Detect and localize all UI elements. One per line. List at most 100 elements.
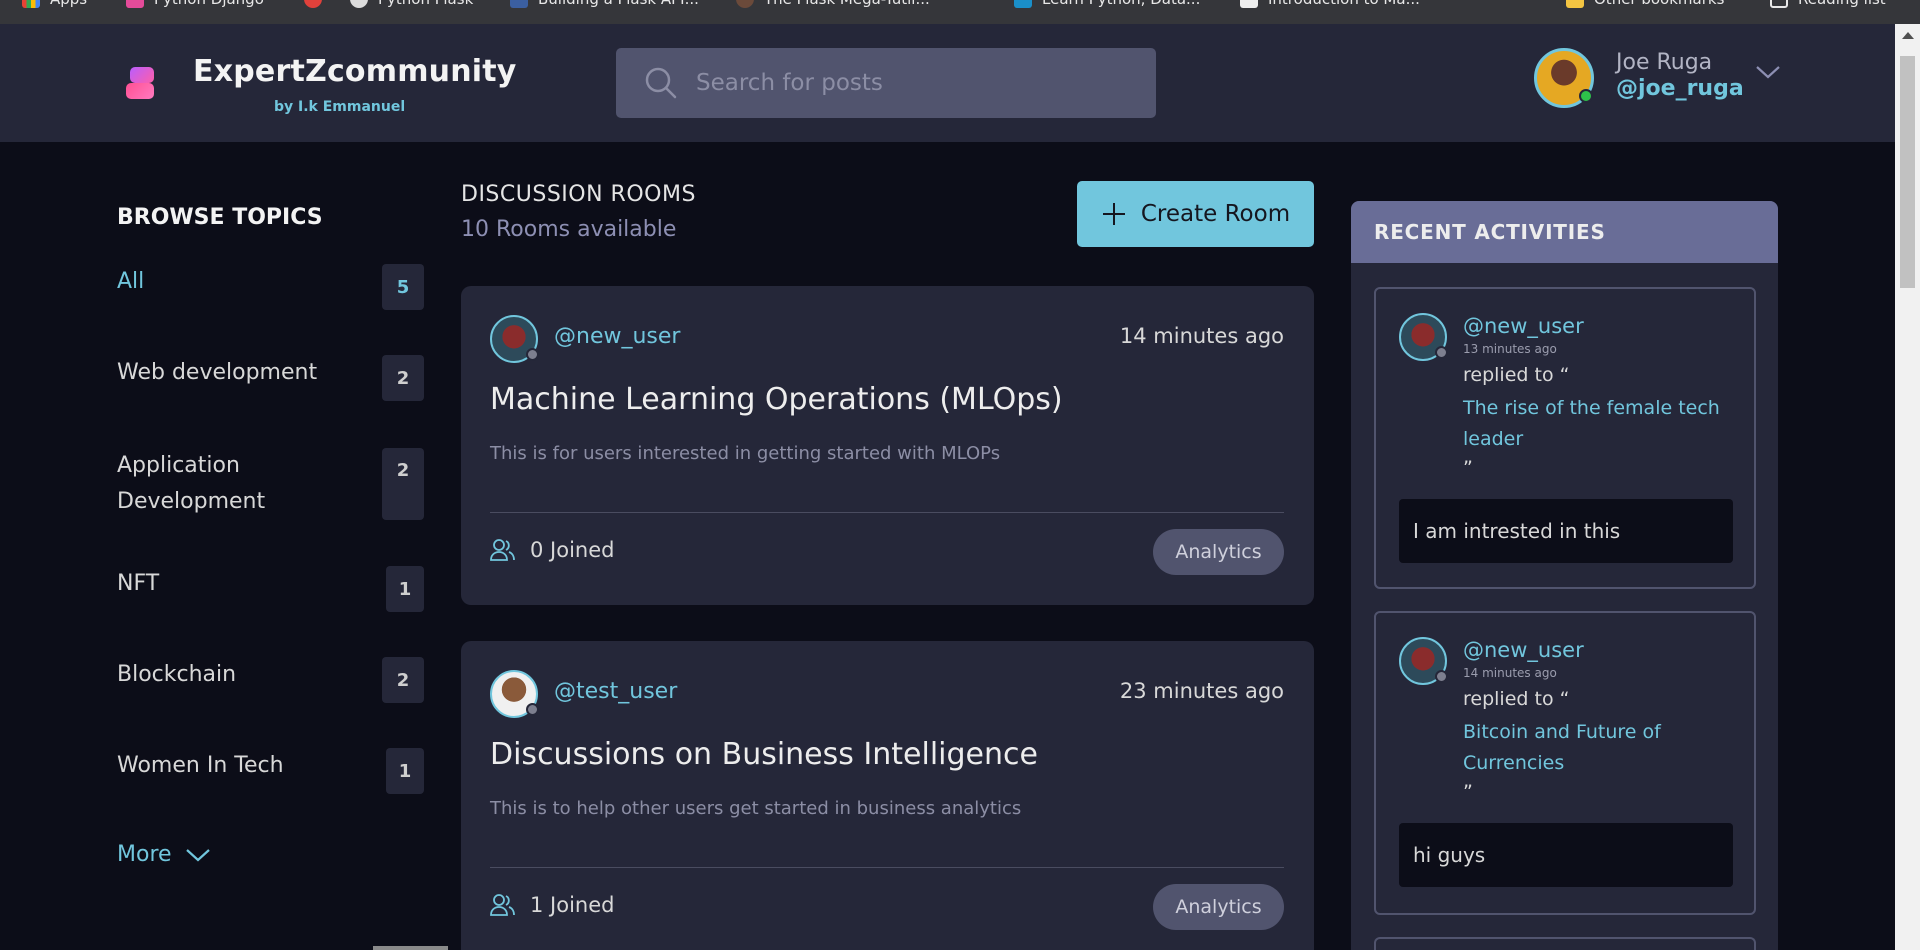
topic-name: Women In Tech (117, 753, 284, 778)
browse-topics-title: BROWSE TOPICS (117, 205, 323, 230)
bookmark-python-flask[interactable]: Python Flask (350, 0, 473, 8)
room-joined: 0 Joined (490, 538, 614, 562)
bookmark-intro-ma[interactable]: Introduction to Ma... (1240, 0, 1420, 8)
topic-name: All (117, 269, 145, 294)
bookmark-python-django[interactable]: Python Django (126, 0, 264, 8)
topic-blockchain[interactable]: Blockchain 2 (117, 657, 424, 703)
activity-item: @new_user 13 minutes ago replied to “ Th… (1374, 287, 1756, 589)
room-joined: 1 Joined (490, 893, 614, 917)
users-icon (490, 539, 515, 561)
logo-icon[interactable] (126, 67, 156, 101)
topic-all[interactable]: All 5 (117, 264, 424, 310)
divider (490, 512, 1284, 513)
scrollbar-thumb[interactable] (1900, 56, 1915, 288)
room-time: 14 minutes ago (1119, 324, 1284, 348)
room-description: This is for users interested in getting … (490, 443, 1001, 464)
activity-replied: replied to “ (1463, 688, 1570, 710)
activity-replied: replied to “ (1463, 364, 1570, 386)
chevron-down-icon (185, 848, 210, 861)
topic-count: 2 (382, 355, 424, 401)
activity-avatar[interactable] (1399, 313, 1448, 361)
divider (490, 867, 1284, 868)
offline-status-icon (526, 703, 539, 716)
room-title[interactable]: Discussions on Business Intelligence (490, 737, 1038, 772)
activity-room-link[interactable]: Bitcoin and Future of Currencies (1463, 717, 1733, 779)
user-name[interactable]: Joe Ruga (1616, 50, 1712, 75)
apps-icon (22, 0, 40, 8)
topic-name: Application Development (117, 453, 266, 514)
bookmark-learn-python[interactable]: Learn Python, Data... (1014, 0, 1200, 8)
more-topics-link[interactable]: More (117, 842, 212, 867)
avatar-icon (736, 0, 754, 8)
brand-byline: by I.k Emmanuel (274, 99, 406, 115)
activity-message: I am intrested in this (1399, 499, 1733, 563)
search-input[interactable] (696, 70, 1116, 96)
discussion-rooms-title: DISCUSSION ROOMS (461, 182, 696, 207)
recent-activities-title: RECENT ACTIVITIES (1351, 201, 1778, 263)
room-card[interactable]: @test_user 23 minutes ago Discussions on… (461, 641, 1314, 950)
activity-user[interactable]: @new_user (1463, 638, 1584, 662)
topic-application-development[interactable]: Application Development 2 (117, 448, 424, 520)
host-handle[interactable]: @new_user (554, 324, 680, 349)
joined-count: 1 Joined (530, 893, 615, 917)
offline-status-icon (526, 348, 539, 361)
k-icon (1014, 0, 1032, 8)
topic-count: 2 (382, 657, 424, 703)
bookmark-flask-mega[interactable]: The Flask Mega-Tutil... (736, 0, 930, 8)
bookmark-reading-list[interactable]: Reading list (1770, 0, 1886, 8)
topic-name: NFT (117, 571, 160, 596)
users-icon (490, 894, 515, 916)
host-avatar[interactable] (490, 670, 539, 718)
vertical-scrollbar[interactable] (1895, 24, 1920, 950)
red-circle-icon (304, 0, 322, 8)
site-header: ExpertZcommunity by I.k Emmanuel Joe Rug… (0, 24, 1920, 142)
room-time: 23 minutes ago (1119, 679, 1284, 703)
user-avatar[interactable] (1534, 48, 1594, 108)
offline-status-icon (1435, 346, 1448, 359)
host-handle[interactable]: @test_user (554, 679, 677, 704)
activity-message: hi guys (1399, 823, 1733, 887)
user-handle[interactable]: @joe_ruga (1616, 76, 1744, 101)
activity-user[interactable]: @new_user (1463, 314, 1584, 338)
search-bar[interactable] (616, 48, 1156, 118)
plus-icon (1102, 203, 1125, 225)
create-room-button[interactable]: Create Room (1077, 181, 1314, 247)
chevron-down-icon[interactable] (1754, 60, 1782, 84)
topic-nft[interactable]: NFT 1 (117, 566, 424, 612)
activity-room-link[interactable]: The rise of the female tech leader (1463, 393, 1733, 455)
topic-count: 5 (382, 264, 424, 310)
activity-time: 13 minutes ago (1463, 342, 1557, 356)
activity-time: 14 minutes ago (1463, 666, 1557, 680)
topic-count: 1 (386, 748, 424, 794)
activity-item: @new_user 14 minutes ago replied to “ Bi… (1374, 611, 1756, 915)
offline-status-icon (1435, 670, 1448, 683)
activity-avatar[interactable] (1399, 637, 1448, 685)
bookmark-other[interactable]: Other bookmarks (1566, 0, 1724, 8)
recent-activities-panel: RECENT ACTIVITIES @new_user 13 minutes a… (1351, 201, 1778, 950)
bookmark-apps[interactable]: Apps (22, 0, 87, 8)
room-description: This is to help other users get started … (490, 798, 1022, 819)
topic-name: Blockchain (117, 662, 237, 687)
folder-icon (1566, 0, 1584, 8)
room-topic-tag[interactable]: Analytics (1153, 529, 1284, 575)
activity-close-quote: ” (1463, 457, 1473, 479)
bookmark-flask-api[interactable]: Building a Flask API... (510, 0, 699, 8)
bookmark-red-icon[interactable] (304, 0, 322, 8)
room-card[interactable]: @new_user 14 minutes ago Machine Learnin… (461, 286, 1314, 605)
reading-list-icon (1770, 0, 1788, 8)
activity-item (1374, 937, 1756, 950)
online-status-icon (1579, 89, 1593, 103)
topic-web-development[interactable]: Web development 2 (117, 355, 424, 401)
host-avatar[interactable] (490, 315, 539, 363)
django-icon (126, 0, 144, 8)
topic-name: Web development (117, 360, 318, 385)
topic-women-in-tech[interactable]: Women In Tech 1 (117, 748, 424, 794)
rooms-available-count: 10 Rooms available (461, 217, 677, 242)
room-topic-tag[interactable]: Analytics (1153, 884, 1284, 930)
room-title[interactable]: Machine Learning Operations (MLOps) (490, 382, 1063, 417)
brand-name[interactable]: ExpertZcommunity (193, 54, 517, 89)
horizontal-scrollbar-thumb[interactable] (373, 946, 448, 950)
more-label: More (117, 842, 172, 867)
scroll-up-icon[interactable] (1902, 32, 1914, 39)
doc-icon (1240, 0, 1258, 8)
